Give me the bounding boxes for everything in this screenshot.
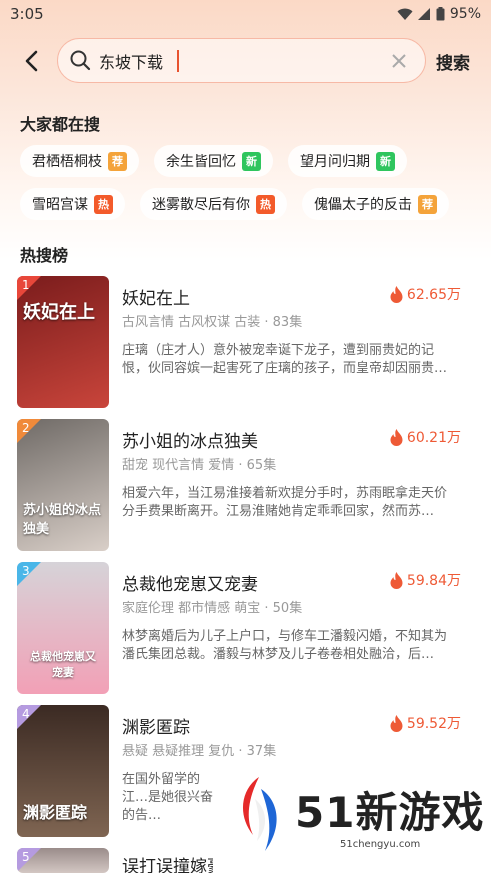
status-icons: 95% xyxy=(397,6,481,22)
tag-label: 傀儡太子的反击 xyxy=(314,197,412,213)
search-header: 搜索 xyxy=(0,38,491,84)
signal-icon xyxy=(417,7,430,20)
watermark-url: 51chengyu.com xyxy=(340,839,421,850)
drama-cover[interactable]: 2 苏小姐的冰点独美 xyxy=(17,419,109,551)
drama-cover[interactable]: 5 xyxy=(17,848,109,873)
fire-icon xyxy=(390,714,403,732)
rank-number: 1 xyxy=(17,276,41,300)
tag-label: 余生皆回忆 xyxy=(166,154,236,170)
watermark: 51新游戏 51chengyu.com xyxy=(213,757,491,873)
rank-number: 4 xyxy=(17,705,41,729)
ranking-item[interactable]: 2 苏小姐的冰点独美 苏小姐的冰点独美 60.21万 甜宠 现代言情 爱情 · … xyxy=(0,419,491,551)
heat-text: 59.84万 xyxy=(406,573,461,589)
heat-text: 59.52万 xyxy=(406,716,461,732)
back-arrow-icon xyxy=(25,50,38,72)
search-button[interactable]: 搜索 xyxy=(436,49,470,74)
watermark-brand: 51新游戏 xyxy=(295,788,485,837)
tag-badge: 荐 xyxy=(108,151,127,171)
tag-item[interactable]: 望月问归期 新 xyxy=(288,145,407,177)
drama-tags: 古风言情 古风权谋 古装 · 83集 xyxy=(122,315,303,330)
rank-number: 5 xyxy=(17,848,41,872)
ranking-item[interactable]: 1 妖妃在上 妖妃在上 62.65万 古风言情 古风权谋 古装 · 83集 庄璃… xyxy=(0,276,491,408)
brand-logo-icon xyxy=(242,777,277,851)
search-input[interactable] xyxy=(99,51,369,70)
back-button[interactable] xyxy=(18,47,44,75)
heat-value: 59.84万 xyxy=(390,570,461,590)
status-time: 3:05 xyxy=(10,5,44,23)
drama-title: 误打误撞嫁豪 xyxy=(122,857,224,873)
tag-label: 望月问归期 xyxy=(300,154,370,170)
heat-text: 60.21万 xyxy=(406,430,461,446)
tag-item[interactable]: 余生皆回忆 新 xyxy=(154,145,273,177)
ranking-item[interactable]: 3 总裁他宠崽又宠妻 总裁他宠崽又宠妻 59.84万 家庭伦理 都市情感 萌宝 … xyxy=(0,562,491,694)
clear-icon[interactable] xyxy=(389,51,409,71)
tag-item[interactable]: 傀儡太子的反击 荐 xyxy=(302,188,449,220)
heat-value: 60.21万 xyxy=(390,427,461,447)
drama-cover[interactable]: 3 总裁他宠崽又宠妻 xyxy=(17,562,109,694)
drama-cover[interactable]: 1 妖妃在上 xyxy=(17,276,109,408)
fire-icon xyxy=(390,571,403,589)
cover-title: 总裁他宠崽又宠妻 xyxy=(30,650,96,679)
popular-title: 大家都在搜 xyxy=(20,115,101,134)
tag-badge: 荐 xyxy=(418,194,437,214)
drama-description: 林梦离婚后为儿子上户口，与修车工潘毅闪婚，不知其为潘氏集团总裁。潘毅与林梦及儿子… xyxy=(122,629,448,662)
rank-number: 3 xyxy=(17,562,41,586)
tag-item[interactable]: 迷雾散尽后有你 热 xyxy=(140,188,287,220)
cover-title: 渊影匿踪 xyxy=(23,803,88,822)
tag-badge: 新 xyxy=(376,151,395,171)
text-caret xyxy=(177,49,179,72)
heat-value: 59.52万 xyxy=(390,713,461,733)
drama-title: 渊影匿踪 xyxy=(122,718,190,738)
drama-cover[interactable]: 4 渊影匿踪 xyxy=(17,705,109,837)
wifi-icon xyxy=(397,8,413,20)
tag-item[interactable]: 雪昭宫谋 热 xyxy=(20,188,125,220)
drama-description: 相爱六年，当江易淮接着新欢提分手时，苏雨眠拿走天价分手费果断离开。江易淮赌她肯定… xyxy=(122,486,448,519)
cover-title: 妖妃在上 xyxy=(23,302,95,323)
drama-title: 妖妃在上 xyxy=(122,289,190,309)
cover-title: 苏小姐的冰点独美 xyxy=(23,503,102,537)
drama-title: 总裁他宠崽又宠妻 xyxy=(122,575,258,595)
drama-title: 苏小姐的冰点独美 xyxy=(122,432,258,452)
tag-badge: 热 xyxy=(94,194,113,214)
tag-label: 君栖梧桐枝 xyxy=(32,154,102,170)
tag-label: 迷雾散尽后有你 xyxy=(152,197,250,213)
fire-icon xyxy=(390,428,403,446)
drama-description: 庄璃（庄才人）意外被宠幸诞下龙子，遭到丽贵妃的记恨，伙同容嫔一起害死了庄璃的孩子… xyxy=(122,343,448,376)
drama-description: 在国外留学的江…是她很兴奋的告… xyxy=(122,772,214,823)
tag-label: 雪昭宫谋 xyxy=(32,197,88,213)
battery-level: 95% xyxy=(449,6,481,22)
rank-number: 2 xyxy=(17,419,41,443)
search-box[interactable] xyxy=(57,38,426,83)
battery-icon xyxy=(436,7,445,21)
drama-tags: 家庭伦理 都市情感 萌宝 · 50集 xyxy=(122,601,303,616)
status-bar: 3:05 95% xyxy=(0,0,491,28)
search-icon xyxy=(70,50,91,71)
tag-item[interactable]: 君栖梧桐枝 荐 xyxy=(20,145,139,177)
drama-tags: 甜宠 现代言情 爱情 · 65集 xyxy=(122,458,277,473)
tag-badge: 新 xyxy=(242,151,261,171)
heat-text: 62.65万 xyxy=(406,287,461,303)
ranking-title: 热搜榜 xyxy=(20,246,69,265)
fire-icon xyxy=(390,285,403,303)
heat-value: 62.65万 xyxy=(390,284,461,304)
tag-badge: 热 xyxy=(256,194,275,214)
